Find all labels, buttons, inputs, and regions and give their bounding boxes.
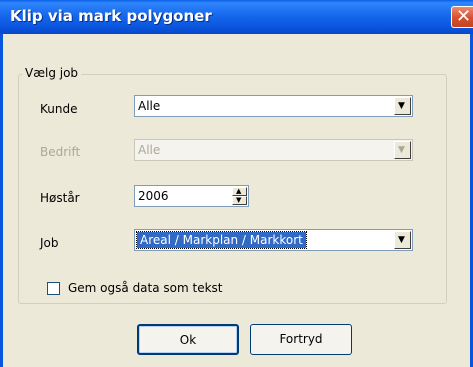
cancel-button[interactable]: Fortryd [250,324,352,355]
job-label: Job [40,236,59,250]
save-as-text-label[interactable]: Gem også data som tekst [68,281,223,295]
dialog-window: Klip via mark polygoner ✕ Vælg job Kunde… [0,0,473,367]
window-frame-left [0,34,3,367]
kunde-label: Kunde [40,102,78,116]
arrow-down-icon: ▼ [236,196,242,204]
hostar-value: 2006 [138,189,169,203]
title-bar[interactable]: Klip via mark polygoner ✕ [0,0,473,34]
save-as-text-checkbox[interactable] [47,282,60,295]
bedrift-value: Alle [138,143,161,157]
chevron-down-icon: ▼ [398,145,405,155]
bedrift-label: Bedrift [40,145,81,159]
chevron-down-icon: ▼ [398,235,405,245]
cancel-button-label: Fortryd [279,332,323,346]
bedrift-dropdown-button: ▼ [394,141,411,159]
close-button[interactable]: ✕ [451,6,473,28]
bedrift-select: Alle ▼ [134,139,413,161]
job-dropdown-button[interactable]: ▼ [394,231,411,249]
kunde-select[interactable]: Alle ▼ [134,95,413,117]
ok-button-label: Ok [179,333,197,347]
ok-button[interactable]: Ok [137,324,239,355]
job-select[interactable]: Areal / Markplan / Markkort ▼ [134,229,413,251]
spin-down-button[interactable]: ▼ [232,196,247,205]
kunde-dropdown-button[interactable]: ▼ [394,97,411,115]
job-value: Areal / Markplan / Markkort [136,231,307,249]
groupbox-legend: Vælg job [22,66,82,80]
kunde-value: Alle [138,99,161,113]
hostar-label: Høstår [40,191,80,205]
window-title: Klip via mark polygoner [10,7,212,25]
hostar-spinner[interactable]: 2006 ▲ ▼ [134,185,249,207]
chevron-down-icon: ▼ [398,101,405,111]
close-icon: ✕ [456,6,472,27]
